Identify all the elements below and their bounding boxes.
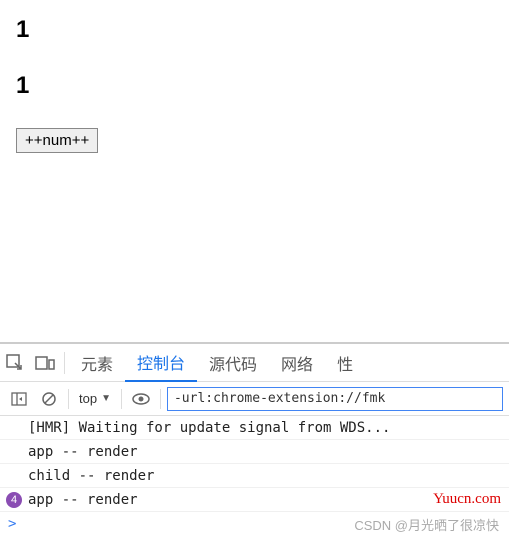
watermark-text: Yuucn.com xyxy=(433,491,501,508)
increment-button[interactable]: ++num++ xyxy=(16,128,98,153)
sidebar-toggle-icon[interactable] xyxy=(6,386,32,412)
chevron-down-icon: ▼ xyxy=(101,393,111,404)
log-text: child -- render xyxy=(28,468,154,484)
tab-network[interactable]: 网络 xyxy=(269,344,325,382)
log-row[interactable]: child -- render xyxy=(0,464,509,488)
tab-sources[interactable]: 源代码 xyxy=(197,344,269,382)
number-display-1: 1 xyxy=(16,16,493,44)
repeat-count-badge: 4 xyxy=(6,492,22,508)
log-text: app -- render xyxy=(28,492,138,508)
devtools-panel: 元素 控制台 源代码 网络 性 top ▼ -url:chrome-extens… xyxy=(0,342,509,536)
console-toolbar: top ▼ -url:chrome-extension://fmk xyxy=(0,382,509,416)
log-row[interactable]: 4 app -- render Yuucn.com xyxy=(0,488,509,512)
tab-performance[interactable]: 性 xyxy=(325,344,365,382)
separator xyxy=(64,352,65,374)
console-filter-input[interactable]: -url:chrome-extension://fmk xyxy=(167,387,503,411)
execution-context-selector[interactable]: top ▼ xyxy=(75,391,115,406)
device-toggle-icon[interactable] xyxy=(30,344,60,382)
devtools-tabbar: 元素 控制台 源代码 网络 性 xyxy=(0,344,509,382)
tab-console[interactable]: 控制台 xyxy=(125,344,197,382)
separator xyxy=(160,389,161,409)
log-text: [HMR] Waiting for update signal from WDS… xyxy=(28,420,390,436)
app-page: 1 1 ++num++ xyxy=(0,0,509,169)
log-row[interactable]: app -- render xyxy=(0,440,509,464)
prompt-symbol: > xyxy=(8,516,16,532)
clear-console-icon[interactable] xyxy=(36,386,62,412)
separator xyxy=(121,389,122,409)
attribution-text: CSDN @月光晒了很凉快 xyxy=(354,515,499,534)
separator xyxy=(68,389,69,409)
context-label: top xyxy=(79,391,97,406)
log-text: app -- render xyxy=(28,444,138,460)
number-display-2: 1 xyxy=(16,72,493,100)
tab-elements[interactable]: 元素 xyxy=(69,344,125,382)
inspect-icon[interactable] xyxy=(0,344,30,382)
log-row[interactable]: [HMR] Waiting for update signal from WDS… xyxy=(0,416,509,440)
live-expression-icon[interactable] xyxy=(128,386,154,412)
